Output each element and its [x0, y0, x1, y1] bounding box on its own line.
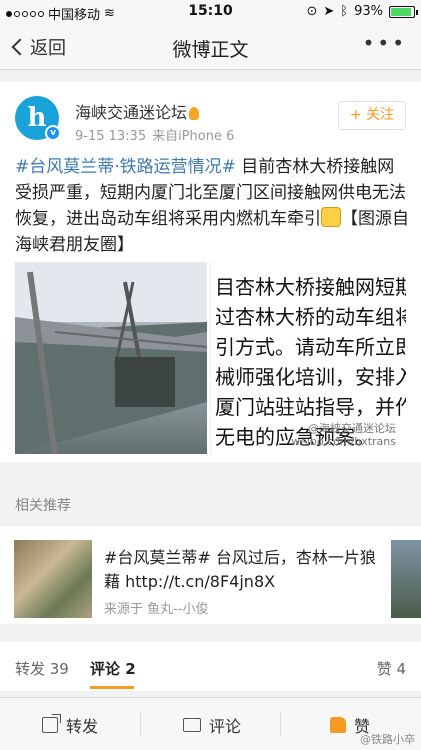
related-thumbnail-partial: [391, 540, 421, 618]
notice-line: 目杏林大桥接触网短期不: [215, 275, 406, 299]
notice-line: 过杏林大桥的动车组将: [215, 305, 406, 329]
notice-line: 械师强化培训，安排入: [215, 365, 406, 389]
repost-button[interactable]: 转发: [42, 713, 98, 737]
tab-comment[interactable]: 评论 2: [90, 658, 136, 679]
interaction-tabs: 转发 39 评论 2 赞 4: [0, 642, 421, 692]
doge-emoji-icon: [321, 207, 341, 227]
verified-badge-icon: v: [45, 125, 61, 141]
author-name: 海峡交通迷论坛: [75, 103, 188, 122]
related-thumbnail: [14, 540, 92, 618]
post-hashtag[interactable]: #台风莫兰蒂·铁路运营情况#: [15, 157, 236, 177]
comment-button[interactable]: 评论: [183, 713, 241, 737]
location-icon: ➤: [323, 4, 335, 19]
image-watermark: @海峡交通迷论坛 weibo.com/hxtrans: [291, 422, 396, 448]
share-icon: [42, 714, 61, 733]
bluetooth-icon: ᛒ: [340, 4, 349, 19]
weibo-detail-screen: 中国移动 ≋ 15:10 ⊙ ➤ ᛒ 93% 返回 微博正文 ••• h v 海…: [0, 0, 421, 750]
divider: [140, 712, 141, 736]
related-source: 来源于 鱼丸--小俊: [104, 602, 209, 617]
notice-line: 厦门站驻站指导，并作: [215, 395, 406, 419]
related-card[interactable]: #台风莫兰蒂# 台风过后，杏林一片狼藉 http://t.cn/8F4jn8X …: [0, 526, 421, 624]
more-button[interactable]: •••: [363, 33, 407, 53]
rotation-lock-icon: ⊙: [306, 4, 318, 19]
page-title: 微博正文: [172, 39, 249, 61]
active-tab-indicator: [90, 686, 134, 689]
divider: [280, 712, 281, 736]
battery-percent: 93%: [354, 4, 383, 19]
related-header: 相关推荐: [15, 498, 71, 514]
lightbulb-icon: [189, 107, 200, 120]
notice-line: 引方式。请动车所立即: [215, 335, 406, 359]
author-name-link[interactable]: 海峡交通迷论坛: [75, 99, 200, 123]
post-text: #台风莫兰蒂·铁路运营情况# 目前杏林大桥接触网受损严重，短期内厦门北至厦门区间…: [15, 154, 410, 258]
bridge-photo: [15, 262, 207, 454]
related-hashtag: #台风莫兰蒂#: [104, 548, 211, 567]
follow-button[interactable]: + 关注: [338, 101, 406, 130]
post-image-notice[interactable]: 目杏林大桥接触网短期不 过杏林大桥的动车组将 引方式。请动车所立即 械师强化培训…: [210, 262, 406, 454]
post-image-bridge[interactable]: [15, 262, 207, 454]
screenshot-watermark: @铁路小卒: [360, 733, 415, 746]
bottom-action-bar: 转发 评论 赞 @铁路小卒: [0, 697, 421, 750]
post-meta: 9-15 13:35 来自iPhone 6: [75, 125, 234, 144]
thumbs-up-icon: [330, 717, 346, 733]
comment-icon: [183, 718, 201, 732]
tab-like[interactable]: 赞 4: [377, 658, 406, 679]
navigation-bar: 返回 微博正文 •••: [0, 24, 421, 70]
repost-label: 转发: [66, 717, 99, 736]
status-bar: 中国移动 ≋ 15:10 ⊙ ➤ ᛒ 93%: [0, 0, 421, 24]
tab-repost[interactable]: 转发 39: [15, 658, 69, 679]
post-source: 来自iPhone 6: [152, 129, 235, 144]
battery-icon: [389, 5, 418, 18]
post-time: 9-15 13:35: [75, 129, 147, 144]
comment-label: 评论: [209, 717, 242, 736]
